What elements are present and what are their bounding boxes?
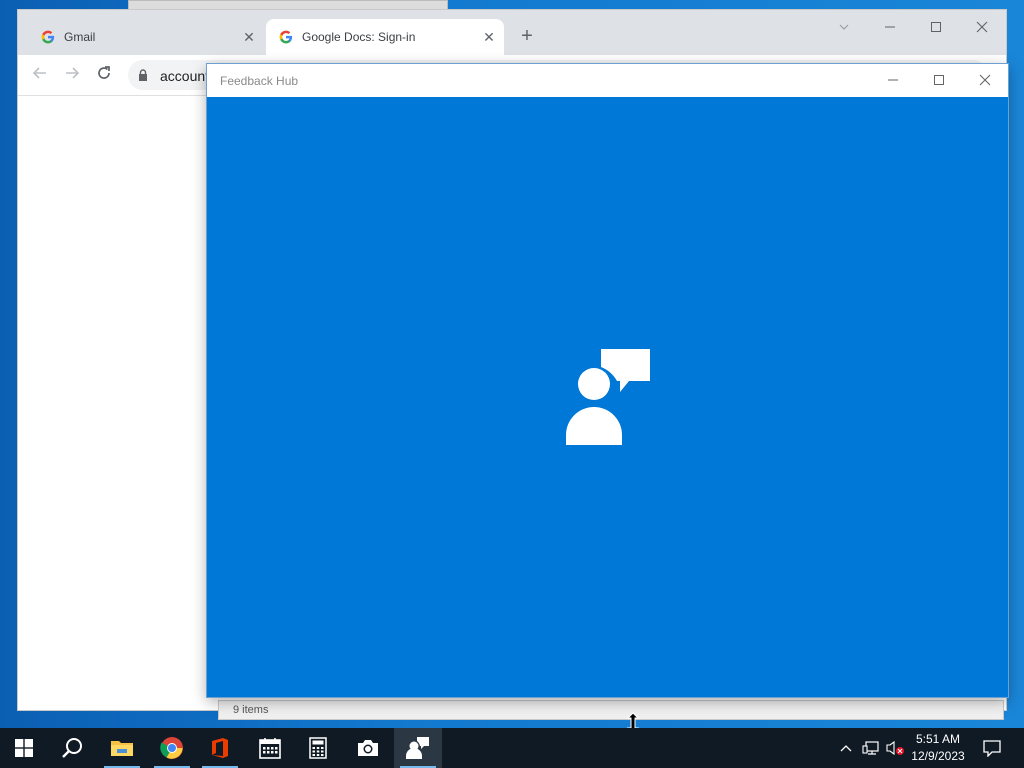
camera-icon <box>358 740 378 756</box>
close-icon[interactable] <box>974 70 996 92</box>
tab-gmail[interactable]: Gmail ✕ <box>28 19 264 55</box>
clock-date: 12/9/2023 <box>911 749 965 763</box>
feedback-hub-window: Feedback Hub <box>207 64 1008 697</box>
volume-muted-icon[interactable] <box>884 728 906 768</box>
tab-search-chevron-icon[interactable] <box>834 18 854 38</box>
feedback-hub-icon <box>406 737 429 759</box>
taskbar-calculator[interactable] <box>294 728 342 768</box>
office-icon <box>212 738 228 758</box>
taskbar-feedback-hub[interactable] <box>394 728 442 768</box>
calculator-icon <box>309 737 327 759</box>
tab-label: Gmail <box>64 30 96 44</box>
reload-icon[interactable] <box>94 65 114 85</box>
background-window-edge <box>128 0 448 10</box>
taskbar-chrome[interactable] <box>148 728 196 768</box>
minimize-icon[interactable] <box>882 70 904 92</box>
taskbar-camera[interactable] <box>344 728 392 768</box>
notifications-icon[interactable] <box>980 728 1004 768</box>
windows-logo-icon <box>15 739 33 757</box>
calendar-icon <box>259 738 281 759</box>
network-icon[interactable] <box>860 728 882 768</box>
taskbar: 5:51 AM 12/9/2023 <box>0 728 1024 768</box>
window-title: Feedback Hub <box>220 74 299 88</box>
search-button[interactable] <box>48 728 96 768</box>
back-arrow-icon[interactable] <box>30 65 50 85</box>
tab-label: Google Docs: Sign-in <box>302 30 416 44</box>
google-g-icon <box>278 29 294 45</box>
google-g-icon <box>40 29 56 45</box>
folder-icon <box>111 741 133 756</box>
start-button[interactable] <box>0 728 48 768</box>
forward-arrow-icon[interactable] <box>62 65 82 85</box>
search-icon <box>62 738 82 758</box>
close-tab-icon[interactable]: ✕ <box>238 29 260 46</box>
tab-google-docs-sign-in[interactable]: Google Docs: Sign-in ✕ <box>266 19 504 55</box>
person-speech-bubble-icon <box>565 348 651 446</box>
item-count: 9 items <box>233 704 269 716</box>
maximize-icon[interactable] <box>926 18 946 38</box>
show-hidden-icons-chevron-icon[interactable] <box>836 728 856 768</box>
system-clock[interactable]: 5:51 AM 12/9/2023 <box>906 731 970 765</box>
new-tab-button[interactable]: + <box>516 26 538 48</box>
close-icon[interactable] <box>972 18 992 38</box>
address-text: account <box>160 68 210 84</box>
feedback-hub-titlebar[interactable]: Feedback Hub <box>207 64 1008 97</box>
chrome-icon <box>160 737 183 759</box>
minimize-icon[interactable] <box>880 18 900 38</box>
close-tab-icon[interactable]: ✕ <box>478 29 500 46</box>
taskbar-calendar[interactable] <box>246 728 294 768</box>
clock-time: 5:51 AM <box>915 732 961 746</box>
tab-strip: Gmail ✕ Google Docs: Sign-in ✕ + <box>18 10 1006 55</box>
lock-icon <box>138 68 148 81</box>
maximize-icon[interactable] <box>928 70 950 92</box>
file-explorer-status-bar: 9 items <box>218 700 1004 720</box>
taskbar-file-explorer[interactable] <box>98 728 146 768</box>
taskbar-office[interactable] <box>196 728 244 768</box>
